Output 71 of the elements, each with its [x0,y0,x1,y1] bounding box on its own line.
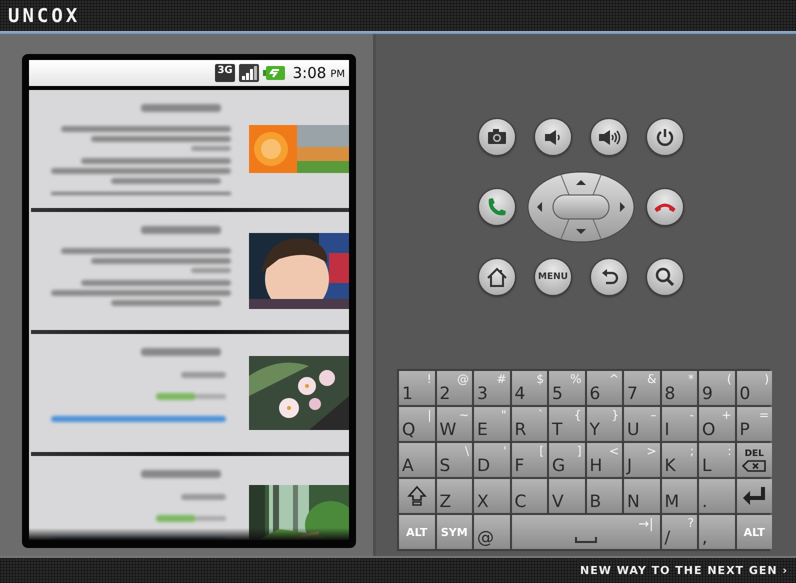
clock-period: PM [330,69,345,80]
key[interactable]: 1 ! [399,371,434,405]
key[interactable]: P = [736,407,772,441]
delete-key[interactable]: DEL [736,443,772,477]
key[interactable]: . [699,479,734,513]
back-button[interactable] [590,258,628,296]
key[interactable]: E " [474,407,510,441]
signal-icon [238,64,259,82]
key[interactable]: 5 % [549,371,584,405]
space-bar-icon [574,537,596,543]
d-pad[interactable] [527,171,635,243]
camera-button[interactable] [478,118,516,156]
network-indicator: 3G [215,64,235,82]
modifier-key[interactable]: ALT [736,515,772,549]
key[interactable]: , [699,515,734,549]
backspace-icon [742,460,766,472]
volume-up-button[interactable] [590,118,628,156]
volume-down-button[interactable] [534,118,572,156]
call-button[interactable] [478,188,516,226]
key[interactable]: D ' [474,443,510,477]
key[interactable]: K ; [662,443,697,477]
home-button[interactable] [478,258,516,296]
key[interactable]: / ? [662,515,697,549]
key[interactable]: U – [624,407,660,441]
key[interactable]: X [474,479,510,513]
key[interactable]: 7 & [624,371,660,405]
power-button[interactable] [646,118,684,156]
hang-up-icon [654,202,676,212]
key[interactable]: A [399,443,434,477]
menu-button[interactable]: MENU [534,258,572,296]
key[interactable]: O + [699,407,734,441]
key[interactable]: R ` [512,407,547,441]
key[interactable]: 2 @ [436,371,472,405]
key[interactable]: Z [436,479,472,513]
logo: UNCOX [8,4,80,26]
search-button[interactable] [646,258,684,296]
enter-key[interactable] [736,479,772,513]
key[interactable]: H < [586,443,622,477]
modifier-key[interactable]: SYM [436,515,472,549]
key[interactable]: S \ [436,443,472,477]
key[interactable]: W ~ [436,407,472,441]
shift-key[interactable] [399,479,434,513]
key[interactable]: N [624,479,660,513]
key[interactable]: @ [474,515,510,549]
battery-icon [262,66,285,80]
modifier-key[interactable]: ALT [399,515,434,549]
key[interactable]: 4 $ [512,371,547,405]
key[interactable]: F [ [512,443,547,477]
key[interactable]: 0 ) [736,371,772,405]
key[interactable]: L : [699,443,734,477]
key[interactable]: G ] [549,443,584,477]
key[interactable]: T { [549,407,584,441]
key[interactable]: M [662,479,697,513]
clock: 3:08 [292,64,326,82]
end-call-button[interactable] [646,188,684,226]
key[interactable]: C [512,479,547,513]
key[interactable]: 6 ^ [586,371,622,405]
phone-icon [488,198,506,216]
home-icon [485,265,509,289]
key[interactable]: 3 # [474,371,510,405]
key[interactable]: B [586,479,622,513]
key[interactable]: Q | [399,407,434,441]
tagline: NEW WAY TO THE NEXT GEN › [580,564,788,577]
search-icon [653,265,677,289]
shift-icon [406,485,427,507]
key[interactable]: 9 ( [699,371,734,405]
key[interactable]: Y } [586,407,622,441]
key[interactable]: J > [624,443,660,477]
key[interactable]: I - [662,407,697,441]
key[interactable]: V [549,479,584,513]
key[interactable]: 8 * [662,371,697,405]
